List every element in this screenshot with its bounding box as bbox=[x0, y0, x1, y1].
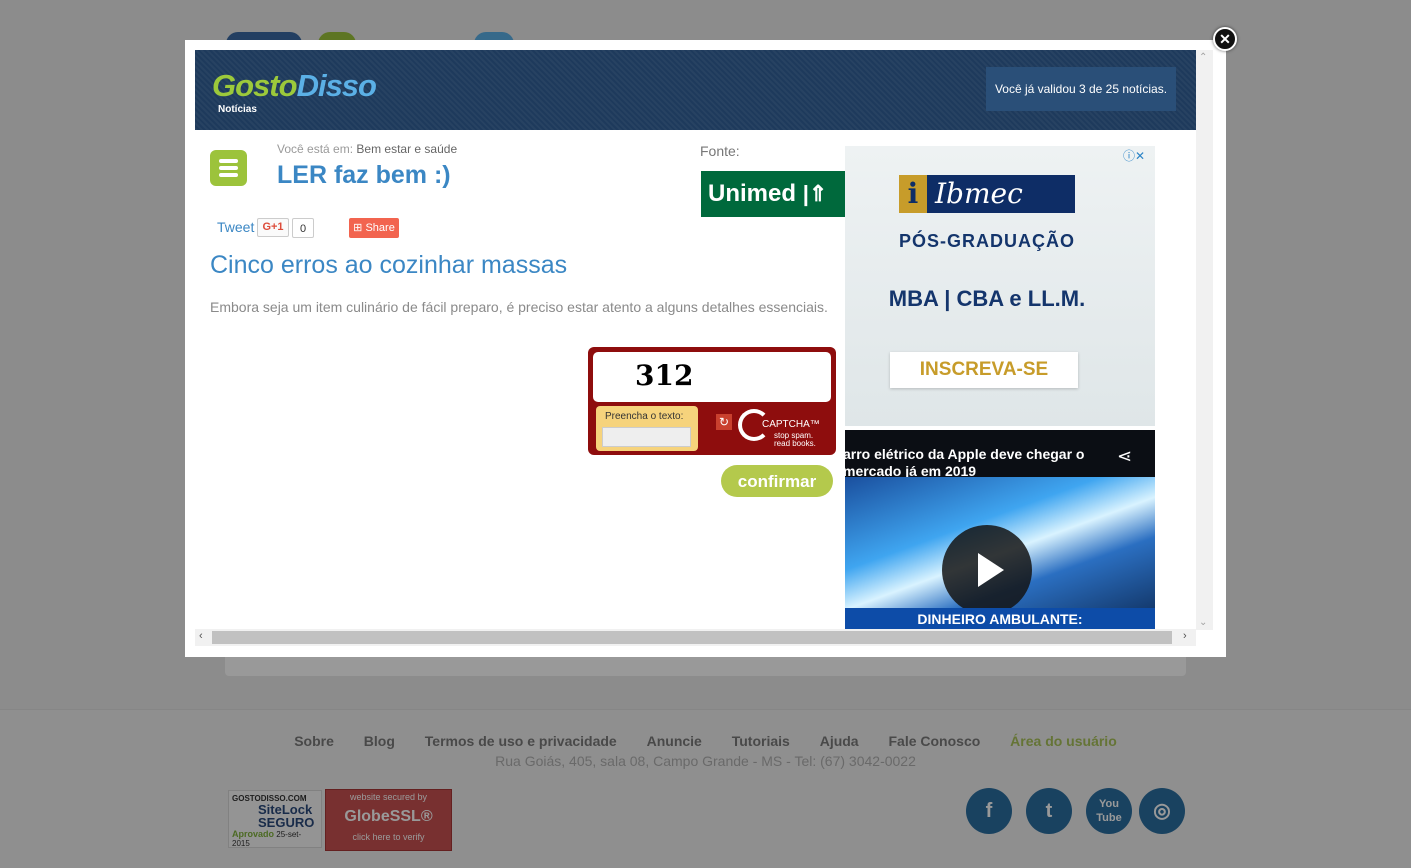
horizontal-scrollbar[interactable]: ‹ › bbox=[195, 629, 1196, 646]
article-title[interactable]: Cinco erros ao cozinhar massas bbox=[210, 251, 567, 280]
play-icon[interactable] bbox=[942, 525, 1032, 615]
site-logo[interactable]: GostoDisso bbox=[212, 68, 377, 104]
scroll-down-icon[interactable]: ⌄ bbox=[1199, 617, 1207, 628]
video-title: arro elétrico da Apple deve chegar o mer… bbox=[845, 446, 1085, 479]
breadcrumb-category[interactable]: Bem estar e saúde bbox=[356, 142, 457, 156]
reload-icon[interactable]: ↻ bbox=[716, 414, 732, 430]
news-validation-modal: GostoDisso Notícias Você já validou 3 de… bbox=[185, 40, 1226, 657]
ad-ibmec[interactable]: ⓘ✕ i Ibmec PÓS-GRADUAÇÃO MBA | CBA e LL.M… bbox=[845, 146, 1155, 426]
ad-video[interactable]: arro elétrico da Apple deve chegar o mer… bbox=[845, 430, 1155, 630]
modal-frame: GostoDisso Notícias Você já validou 3 de… bbox=[195, 50, 1213, 646]
captcha-word: 312 bbox=[635, 359, 694, 392]
source-label: Fonte: bbox=[700, 143, 740, 159]
category-title: LER faz bem :) bbox=[277, 161, 451, 189]
breadcrumb: Você está em: Bem estar e saúde bbox=[277, 142, 457, 156]
logo-subtitle: Notícias bbox=[218, 104, 257, 115]
ibmec-line1: PÓS-GRADUAÇÃO bbox=[898, 231, 1075, 251]
vertical-scrollbar[interactable]: ⌃ ⌄ bbox=[1196, 50, 1213, 630]
ibmec-logo-text: Ibmec bbox=[935, 177, 1023, 210]
scroll-left-icon[interactable]: ‹ bbox=[199, 630, 203, 642]
share-label: Share bbox=[365, 222, 395, 234]
source-logo-unimed[interactable]: Unimed |⇑ bbox=[701, 171, 846, 217]
source-name: Unimed bbox=[708, 180, 797, 207]
breadcrumb-prefix: Você está em: bbox=[277, 142, 354, 156]
adchoices-icon[interactable]: ⓘ✕ bbox=[1123, 147, 1145, 164]
tweet-button[interactable]: Tweet bbox=[217, 219, 254, 235]
site-header: GostoDisso Notícias Você já validou 3 de… bbox=[195, 50, 1198, 130]
confirm-button[interactable]: confirmar bbox=[721, 465, 833, 497]
article-lead: Embora seja um item culinário de fácil p… bbox=[210, 299, 828, 315]
share-button[interactable]: ⊞ Share bbox=[349, 218, 399, 238]
horizontal-scroll-thumb[interactable] bbox=[212, 631, 1172, 644]
ibmec-line2: MBA | CBA e LL.M. bbox=[888, 286, 1086, 311]
ibmec-cta-button[interactable]: INSCREVA-SE bbox=[890, 352, 1078, 388]
ibmec-logo: i Ibmec bbox=[899, 175, 1075, 213]
scroll-right-icon[interactable]: › bbox=[1183, 630, 1187, 642]
video-caption: DINHEIRO AMBULANTE: bbox=[845, 608, 1155, 630]
menu-icon[interactable] bbox=[210, 150, 247, 186]
logo-part1: Gosto bbox=[212, 68, 298, 103]
validated-counter: Você já validou 3 de 25 notícias. bbox=[986, 67, 1176, 111]
captcha-image: 312 bbox=[593, 352, 831, 402]
captcha-field: Preencha o texto: bbox=[596, 406, 698, 451]
gplus-count: 0 bbox=[292, 218, 314, 238]
ibmec-logo-i: i bbox=[899, 175, 927, 213]
captcha-label: Preencha o texto: bbox=[605, 411, 684, 422]
captcha-brand: CAPTCHA™ bbox=[762, 419, 820, 430]
captcha-widget: 312 Preencha o texto: ↻ CAPTCHA™ stop sp… bbox=[588, 347, 836, 455]
close-icon[interactable]: ✕ bbox=[1213, 27, 1237, 51]
gplus-button[interactable]: G+1 bbox=[257, 218, 289, 237]
logo-part2: Disso bbox=[296, 68, 377, 103]
scroll-up-icon[interactable]: ⌃ bbox=[1199, 52, 1207, 63]
share-icon[interactable]: ⋖ bbox=[1117, 446, 1132, 467]
captcha-input[interactable] bbox=[602, 427, 691, 447]
captcha-slogan2: read books. bbox=[774, 439, 816, 448]
